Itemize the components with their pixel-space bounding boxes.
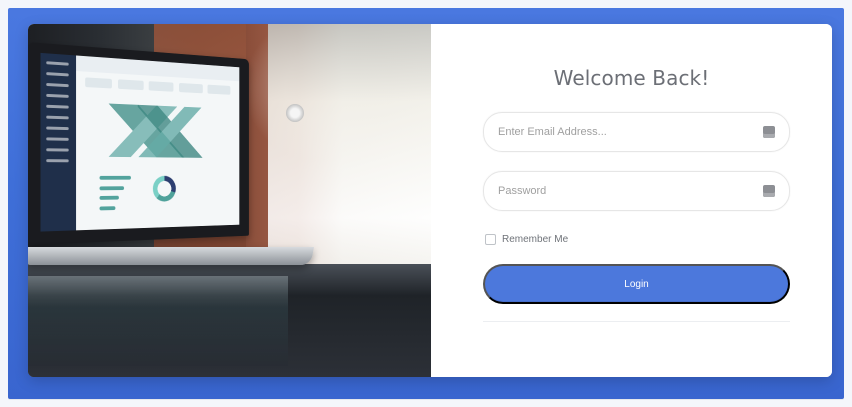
credential-icon: [763, 185, 775, 197]
dashboard-area-chart-secondary: [137, 104, 208, 158]
desk-reflection: [28, 276, 288, 366]
email-input[interactable]: [498, 121, 753, 143]
remember-me[interactable]: Remember Me: [485, 231, 568, 247]
laptop-screen-shell: [28, 42, 249, 245]
remember-checkbox[interactable]: [485, 233, 496, 245]
dashboard-donut-chart: [152, 175, 176, 202]
dashboard-screen: [40, 52, 240, 232]
laptop-image: [28, 42, 316, 278]
dashboard-stats: [85, 77, 231, 100]
credential-icon: [763, 126, 775, 138]
dashboard-bars: [99, 175, 137, 211]
page-title: Welcome Back!: [553, 66, 710, 90]
laptop-base: [28, 247, 315, 265]
remember-label: Remember Me: [502, 233, 569, 245]
password-input[interactable]: [498, 180, 753, 202]
login-card: Welcome Back! Remember Me Login: [28, 24, 832, 377]
login-panel: Welcome Back! Remember Me Login: [431, 24, 832, 377]
hero-image: [28, 24, 431, 377]
password-field[interactable]: [483, 171, 790, 211]
login-button-label: Login: [624, 278, 649, 290]
email-field[interactable]: [483, 112, 790, 152]
form-divider: [483, 321, 790, 322]
dashboard-sidebar: [40, 52, 77, 232]
login-button[interactable]: Login: [483, 264, 790, 304]
